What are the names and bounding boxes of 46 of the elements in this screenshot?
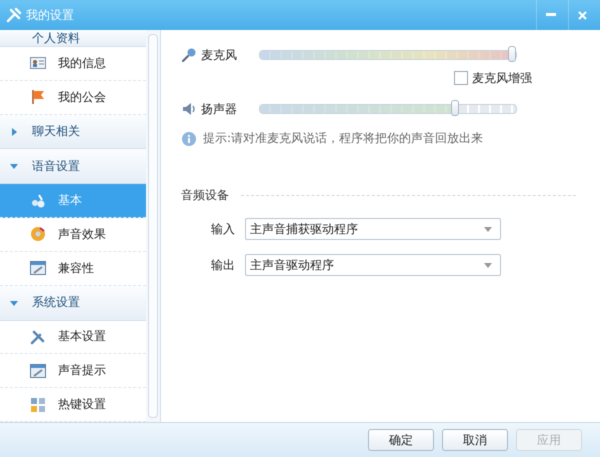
- caret-icon: [484, 262, 492, 268]
- device-label: 输出: [211, 256, 236, 274]
- boost-checkbox[interactable]: 麦克风增强: [454, 70, 532, 86]
- checkbox[interactable]: [454, 71, 468, 85]
- disc-icon: [30, 226, 46, 242]
- sidebar-item[interactable]: 声音效果: [0, 218, 146, 252]
- hint-text: 提示:请对准麦克风说话，程序将把你的声音回放出来: [203, 130, 484, 147]
- caret-icon: [484, 226, 492, 232]
- sidebar-group[interactable]: 语音设置: [0, 149, 146, 184]
- grid-icon: [30, 396, 46, 413]
- section-title: 音频设备: [181, 187, 229, 204]
- sidebar-item[interactable]: 声音提示: [0, 354, 146, 388]
- window-title: 我的设置: [26, 6, 74, 24]
- microphone-icon: [181, 47, 197, 63]
- window-icon: [30, 260, 46, 276]
- sidebar-item[interactable]: 基本设置: [0, 320, 146, 354]
- mixer-icon: [30, 192, 46, 209]
- sidebar-group[interactable]: 聊天相关: [0, 114, 146, 150]
- window-icon: [30, 362, 46, 379]
- sidebar-group[interactable]: 个人资料: [0, 30, 146, 47]
- dialog-button[interactable]: 确定: [368, 429, 434, 451]
- tools-icon: [6, 7, 22, 23]
- info-icon: [181, 130, 197, 146]
- minimize-icon: [546, 13, 556, 17]
- device-dropdown[interactable]: 主声音捕获驱动程序: [245, 218, 501, 240]
- sidebar-group[interactable]: 系统设置: [0, 286, 146, 320]
- tools-icon: [30, 328, 46, 345]
- expand-arrow-icon: [10, 128, 18, 136]
- microphone-label: 麦克风: [201, 46, 238, 64]
- close-icon: [578, 10, 587, 20]
- scrollbar[interactable]: [148, 34, 158, 418]
- sidebar-item[interactable]: 兼容性: [0, 252, 146, 286]
- sidebar-item[interactable]: 热键设置: [0, 388, 146, 422]
- slider-thumb[interactable]: [450, 100, 459, 116]
- speaker-icon: [181, 101, 197, 117]
- sidebar-item[interactable]: 我的公会: [0, 80, 146, 115]
- dialog-button[interactable]: 取消: [442, 429, 508, 451]
- expand-arrow-icon: [10, 298, 18, 307]
- sidebar-item[interactable]: 我的信息: [0, 47, 146, 81]
- speaker-label: 扬声器: [201, 100, 238, 118]
- device-label: 输入: [211, 220, 236, 238]
- expand-arrow-icon: [10, 162, 18, 170]
- device-dropdown[interactable]: 主声音驱动程序: [245, 254, 501, 276]
- flag-icon: [30, 89, 46, 106]
- slider-thumb[interactable]: [508, 46, 516, 62]
- contact-card-icon: [30, 55, 46, 72]
